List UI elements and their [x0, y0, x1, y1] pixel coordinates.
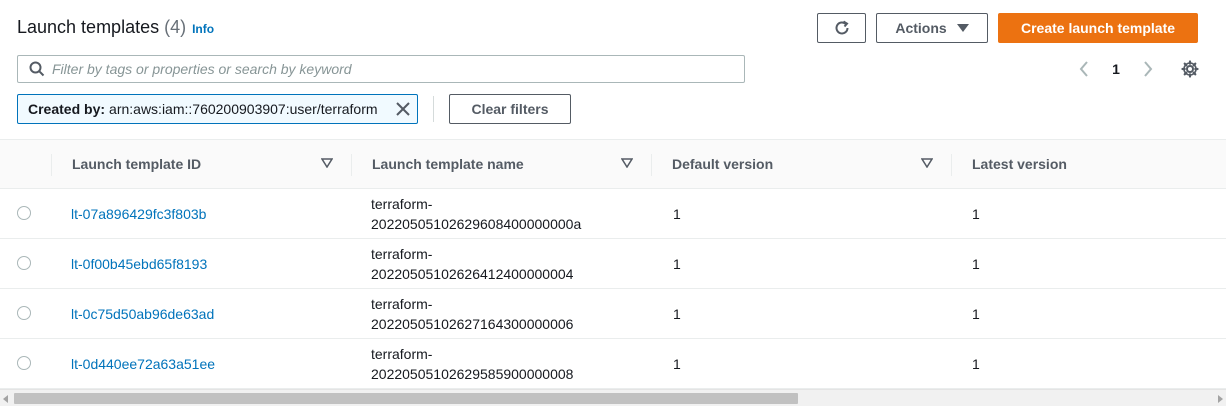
sort-icon[interactable]: [621, 158, 633, 168]
row-radio[interactable]: [17, 356, 31, 370]
page-number[interactable]: 1: [1112, 61, 1120, 77]
refresh-button[interactable]: [817, 13, 866, 43]
sort-icon[interactable]: [921, 158, 933, 168]
column-header-label: Launch template ID: [72, 156, 202, 172]
row-radio[interactable]: [17, 256, 31, 270]
column-divider: [51, 154, 52, 176]
name-line: 20220505102629585900000008: [371, 366, 574, 382]
table-row[interactable]: lt-0d440ee72a63a51ee terraform- 202205051…: [0, 339, 1226, 389]
page-title: Launch templates: [17, 17, 160, 37]
default-version: 1: [673, 306, 681, 322]
name-line: terraform-: [371, 296, 433, 312]
template-id-link[interactable]: lt-0f00b45ebd65f8193: [71, 239, 207, 289]
page-header: Launch templates (4) Info: [17, 17, 214, 41]
info-link[interactable]: Info: [192, 22, 214, 36]
pagination: 1: [1076, 58, 1156, 80]
search-input[interactable]: [52, 57, 744, 81]
template-name: terraform- 20220505102627164300000006: [371, 289, 573, 339]
table-row[interactable]: lt-07a896429fc3f803b terraform- 202205051…: [0, 189, 1226, 239]
launch-templates-table: Launch template ID Launch template name …: [0, 139, 1226, 389]
column-header-name[interactable]: Launch template name: [372, 140, 642, 188]
table-row[interactable]: lt-0c75d50ab96de63ad terraform- 202205051…: [0, 289, 1226, 339]
name-line: terraform-: [371, 196, 433, 212]
template-count: (4): [164, 17, 187, 37]
template-id-link[interactable]: lt-0c75d50ab96de63ad: [71, 289, 214, 339]
filter-token: Created by: arn:aws:iam::760200903907:us…: [17, 94, 418, 124]
actions-dropdown-button[interactable]: Actions: [876, 13, 988, 43]
column-divider: [651, 154, 652, 176]
horizontal-scrollbar[interactable]: [0, 389, 1226, 406]
column-divider: [951, 154, 952, 176]
gear-icon[interactable]: [1180, 59, 1200, 79]
filter-token-value: arn:aws:iam::760200903907:user/terraform: [109, 101, 378, 117]
template-id-link[interactable]: lt-0d440ee72a63a51ee: [71, 339, 215, 389]
column-header-label: Default version: [672, 156, 774, 172]
search-icon: [29, 61, 45, 77]
column-header-latest-version[interactable]: Latest version: [972, 140, 1212, 188]
search-field: [17, 55, 745, 83]
template-name: terraform- 20220505102629608400000000a: [371, 189, 581, 239]
default-version: 1: [673, 206, 681, 222]
actions-label: Actions: [895, 20, 947, 36]
name-line: 20220505102627164300000006: [371, 316, 574, 332]
caret-down-icon: [956, 24, 969, 32]
column-header-label: Latest version: [972, 156, 1067, 172]
latest-version: 1: [972, 356, 980, 372]
clear-filters-button[interactable]: Clear filters: [449, 94, 571, 124]
chevron-left-icon[interactable]: [1076, 59, 1092, 79]
divider: [433, 96, 434, 122]
column-header-label: Launch template name: [372, 156, 524, 172]
refresh-icon: [835, 20, 849, 35]
row-radio[interactable]: [17, 306, 31, 320]
column-header-id[interactable]: Launch template ID: [72, 140, 342, 188]
template-id-link[interactable]: lt-07a896429fc3f803b: [71, 189, 206, 239]
name-line: 20220505102626412400000004: [371, 266, 574, 282]
template-name: terraform- 20220505102626412400000004: [371, 239, 573, 289]
latest-version: 1: [972, 206, 980, 222]
table-header: Launch template ID Launch template name …: [0, 139, 1226, 189]
scrollbar-thumb[interactable]: [14, 393, 798, 404]
scroll-left-icon[interactable]: [3, 395, 8, 403]
latest-version: 1: [972, 306, 980, 322]
table-row[interactable]: lt-0f00b45ebd65f8193 terraform- 202205051…: [0, 239, 1226, 289]
name-line: terraform-: [371, 246, 433, 262]
row-radio[interactable]: [17, 206, 31, 220]
column-header-default-version[interactable]: Default version: [672, 140, 942, 188]
filter-token-label: Created by:: [28, 101, 106, 117]
sort-icon[interactable]: [321, 158, 333, 168]
scroll-right-icon[interactable]: [1218, 395, 1223, 403]
column-divider: [351, 154, 352, 176]
default-version: 1: [673, 256, 681, 272]
chevron-right-icon[interactable]: [1140, 59, 1156, 79]
default-version: 1: [673, 356, 681, 372]
name-line: terraform-: [371, 346, 433, 362]
name-line: 20220505102629608400000000a: [371, 216, 582, 232]
latest-version: 1: [972, 256, 980, 272]
create-launch-template-button[interactable]: Create launch template: [998, 13, 1198, 43]
template-name: terraform- 20220505102629585900000008: [371, 339, 573, 389]
close-icon[interactable]: [395, 101, 411, 117]
